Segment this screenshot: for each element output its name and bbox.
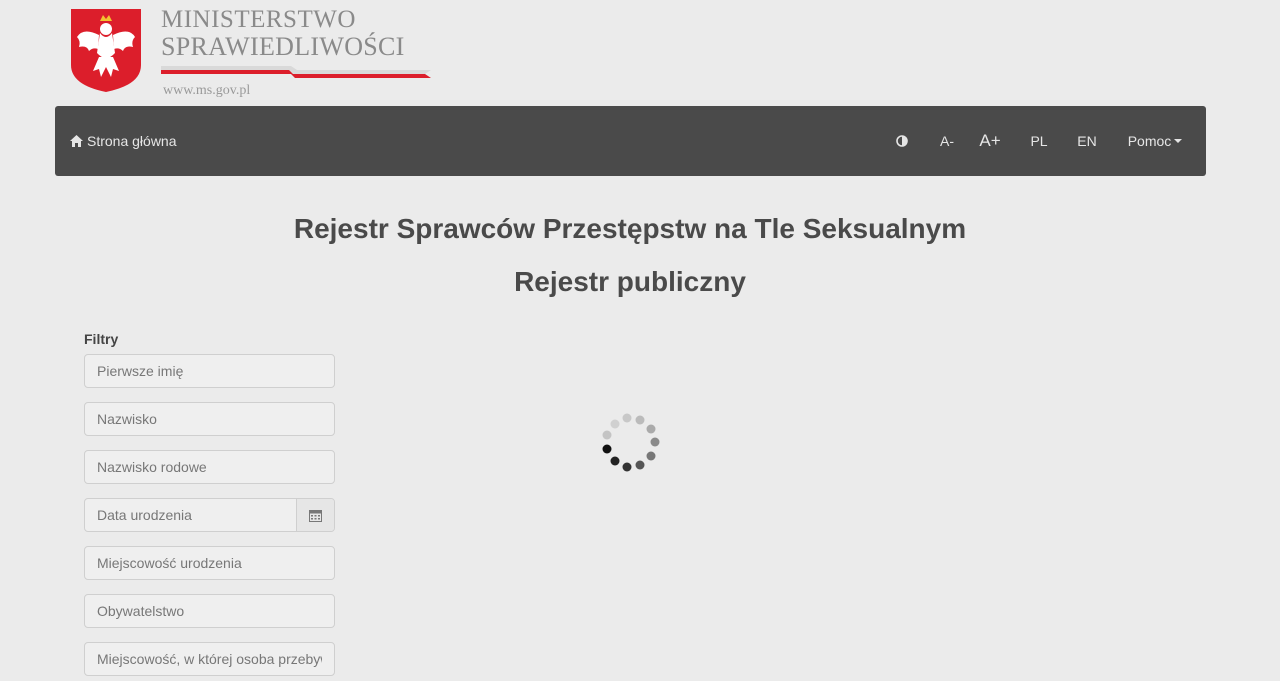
- family-name-field: [84, 450, 335, 484]
- birth-place-input[interactable]: [85, 547, 334, 579]
- language-en-link[interactable]: EN: [1070, 106, 1104, 176]
- ministry-logo[interactable]: MINISTERSTWO SPRAWIEDLIWOŚCI www.ms.gov.…: [68, 5, 448, 100]
- contrast-icon: [896, 135, 908, 147]
- family-name-input[interactable]: [85, 451, 334, 483]
- top-navbar: Strona główna A- A+ PL EN Pomoc: [55, 106, 1206, 176]
- first-name-field: [84, 354, 335, 388]
- font-decrease-button[interactable]: A-: [932, 106, 962, 176]
- birth-place-field: [84, 546, 335, 580]
- last-name-field: [84, 402, 335, 436]
- loading-spinner-icon: [602, 413, 660, 472]
- page-subtitle: Rejestr publiczny: [514, 266, 746, 297]
- first-name-input[interactable]: [85, 355, 334, 387]
- home-link-label: Strona główna: [87, 133, 177, 149]
- birth-date-input[interactable]: [85, 499, 296, 531]
- citizenship-input[interactable]: [85, 595, 334, 627]
- chevron-down-icon: [1174, 139, 1183, 143]
- page-title: Rejestr Sprawców Przestępstw na Tle Seks…: [293, 213, 967, 244]
- residence-field: [84, 642, 335, 676]
- calendar-button[interactable]: [296, 499, 334, 531]
- last-name-input[interactable]: [85, 403, 334, 435]
- home-link[interactable]: Strona główna: [70, 106, 177, 176]
- citizenship-field: [84, 594, 335, 628]
- ministry-url[interactable]: www.ms.gov.pl: [163, 83, 250, 99]
- polish-eagle-crest-icon: [71, 9, 141, 92]
- filters-panel: Filtry: [84, 331, 336, 681]
- contrast-toggle-button[interactable]: [890, 106, 914, 176]
- filters-label: Filtry: [84, 331, 119, 347]
- help-dropdown-label: Pomoc: [1127, 133, 1172, 149]
- navbar-right: A- A+ PL EN Pomoc: [890, 106, 1206, 176]
- ministry-name-line2: SPRAWIEDLIWOŚCI: [161, 32, 405, 61]
- home-icon: [70, 135, 83, 147]
- birth-date-field: [84, 498, 335, 532]
- residence-input[interactable]: [85, 643, 334, 675]
- calendar-icon: [309, 509, 322, 522]
- font-increase-button[interactable]: A+: [972, 106, 1008, 176]
- language-pl-link[interactable]: PL: [1022, 106, 1056, 176]
- flag-stripes: [161, 66, 431, 78]
- help-dropdown[interactable]: Pomoc: [1122, 106, 1188, 176]
- ministry-name-line1: MINISTERSTWO: [161, 6, 356, 33]
